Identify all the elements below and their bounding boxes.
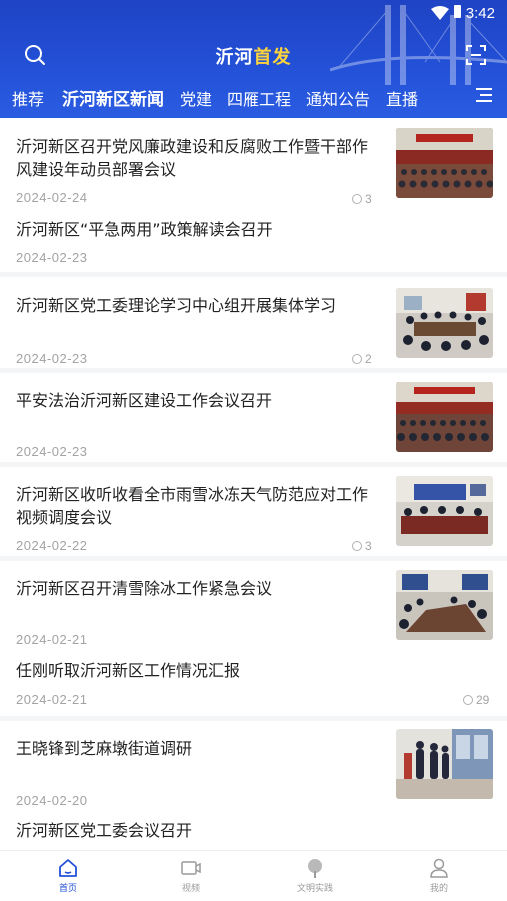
news-title: 沂河新区召开清雪除冰工作紧急会议 xyxy=(16,579,273,598)
nav-label: 文明实践 xyxy=(296,884,333,894)
battery-icon xyxy=(454,5,461,18)
news-title: 沂河新区收听收看全市雨雪冰冻天气防范应对工作视频调度会议 xyxy=(16,485,369,527)
app-title: 沂河首发 xyxy=(0,43,507,69)
news-item[interactable]: 王晓锋到芝麻墩街道调研 2024-02-20 xyxy=(0,721,507,811)
app-title-main: 沂河 xyxy=(215,47,254,68)
tab-notices[interactable]: 通知公告 xyxy=(306,86,370,110)
view-count: 2 xyxy=(352,352,372,366)
news-item[interactable]: 沂河新区召开清雪除冰工作紧急会议 2024-02-21 xyxy=(0,561,507,650)
nav-label: 视频 xyxy=(181,884,200,894)
news-item[interactable]: 沂河新区“平急两用”政策解读会召开 2024-02-23 xyxy=(0,212,507,272)
nav-civilization[interactable]: 文明实践 xyxy=(275,857,355,894)
tab-live[interactable]: 直播 xyxy=(386,86,418,110)
nav-mine[interactable]: 我的 xyxy=(399,857,479,894)
wifi-icon xyxy=(431,6,449,20)
nav-label: 首页 xyxy=(58,884,77,894)
news-item[interactable]: 沂河新区收听收看全市雨雪冰冻天气防范应对工作视频调度会议 2024-02-22 … xyxy=(0,467,507,556)
news-item[interactable]: 任刚听取沂河新区工作情况汇报 2024-02-21 29 xyxy=(0,650,507,716)
news-thumbnail xyxy=(396,288,493,358)
news-title: 沂河新区党工委会议召开 xyxy=(16,821,193,840)
menu-icon[interactable] xyxy=(475,86,493,104)
news-thumbnail xyxy=(396,570,493,640)
news-title: 沂河新区“平急两用”政策解读会召开 xyxy=(16,220,273,239)
news-date: 2024-02-23 xyxy=(16,250,88,265)
news-thumbnail xyxy=(396,128,493,198)
status-time: 3:42 xyxy=(465,5,495,22)
user-icon xyxy=(430,858,448,878)
news-item[interactable]: 沂河新区召开党风廉政建设和反腐败工作暨干部作风建设年动员部署会议 2024-02… xyxy=(0,118,507,212)
tab-four-geese[interactable]: 四雁工程 xyxy=(227,86,291,110)
bottom-navigation: 首页 视频 文明实践 我的 xyxy=(0,850,507,901)
news-item[interactable]: 沂河新区党工委理论学习中心组开展集体学习 2024-02-23 2 xyxy=(0,277,507,368)
view-count: 29 xyxy=(463,693,489,707)
news-item[interactable]: 平安法治沂河新区建设工作会议召开 2024-02-23 xyxy=(0,373,507,462)
news-item[interactable]: 沂河新区党工委会议召开 xyxy=(0,811,507,850)
news-date: 2024-02-23 xyxy=(16,444,88,459)
news-date: 2024-02-22 xyxy=(16,538,88,553)
tree-icon xyxy=(308,859,322,878)
news-date: 2024-02-24 xyxy=(16,190,88,205)
news-thumbnail xyxy=(396,729,493,799)
news-date: 2024-02-21 xyxy=(16,632,88,647)
news-thumbnail xyxy=(396,382,493,452)
nav-home[interactable]: 首页 xyxy=(28,857,108,894)
news-title: 王晓锋到芝麻墩街道调研 xyxy=(16,739,193,758)
view-count: 3 xyxy=(352,192,372,206)
tab-recommend[interactable]: 推荐 xyxy=(12,86,44,110)
nav-label: 我的 xyxy=(429,884,448,894)
channel-tabs: 推荐 沂河新区新闻 党建 四雁工程 通知公告 直播 xyxy=(0,82,470,112)
app-header: 3:42 沂河首发 推荐 沂河新区新闻 党建 四雁工程 通知公告 直播 xyxy=(0,0,507,118)
news-thumbnail xyxy=(396,476,493,546)
home-icon xyxy=(59,859,77,877)
app-title-accent: 首发 xyxy=(253,47,292,68)
news-title: 沂河新区党工委理论学习中心组开展集体学习 xyxy=(16,296,337,315)
view-count: 3 xyxy=(352,539,372,553)
news-title: 平安法治沂河新区建设工作会议召开 xyxy=(16,391,273,410)
tab-yihe-news[interactable]: 沂河新区新闻 xyxy=(62,85,164,110)
news-date: 2024-02-20 xyxy=(16,793,88,808)
scan-icon[interactable] xyxy=(465,44,487,66)
news-title: 沂河新区召开党风廉政建设和反腐败工作暨干部作风建设年动员部署会议 xyxy=(16,137,369,179)
video-icon xyxy=(181,861,201,875)
news-date: 2024-02-23 xyxy=(16,351,88,366)
news-title: 任刚听取沂河新区工作情况汇报 xyxy=(16,661,241,680)
news-date: 2024-02-21 xyxy=(16,692,88,707)
nav-video[interactable]: 视频 xyxy=(151,857,231,894)
tab-party[interactable]: 党建 xyxy=(180,86,212,110)
